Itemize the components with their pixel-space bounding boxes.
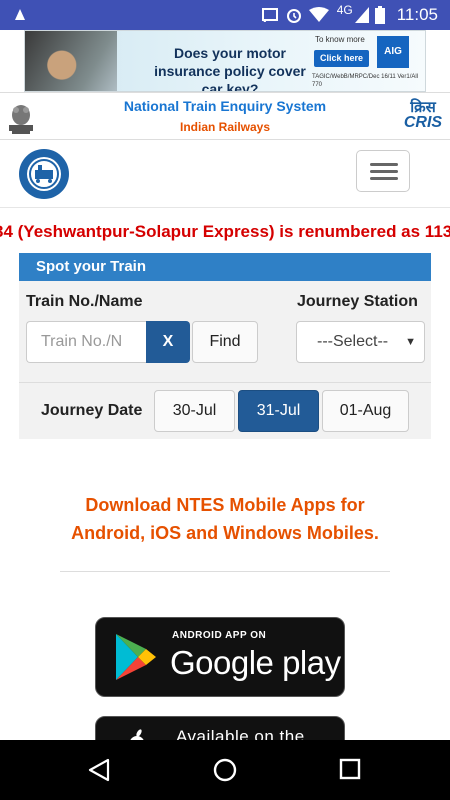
- indian-railways-logo-icon[interactable]: [18, 148, 70, 200]
- signal-icon: [354, 7, 369, 23]
- download-line-2: Android, iOS and Windows Mobiles.: [71, 523, 379, 543]
- announcement-ticker: 34 (Yeshwantpur-Solapur Express) is renu…: [0, 220, 450, 246]
- ad-image: [25, 31, 117, 91]
- back-icon[interactable]: [88, 758, 110, 782]
- cast-icon: [261, 8, 278, 23]
- network-type: 4G: [336, 3, 353, 17]
- date-button-prev[interactable]: 30-Jul: [154, 390, 235, 432]
- wifi-icon: [308, 7, 329, 22]
- clear-button[interactable]: X: [146, 321, 190, 363]
- google-play-title: Google play: [170, 644, 341, 681]
- google-play-badge[interactable]: ANDROID APP ON Google play: [95, 617, 345, 697]
- notification-icon: [15, 9, 25, 20]
- date-button-selected[interactable]: 31-Jul: [238, 390, 319, 432]
- cris-english: CRIS: [403, 114, 443, 131]
- journey-station-label: Journey Station: [297, 293, 418, 310]
- battery-icon: [374, 6, 385, 24]
- google-play-caption: ANDROID APP ON: [172, 630, 267, 641]
- recents-icon[interactable]: [339, 758, 361, 780]
- cris-logo: क्रिस CRIS: [400, 99, 446, 131]
- download-apps-text: Download NTES Mobile Apps for Android, i…: [0, 491, 450, 547]
- menu-toggle-button[interactable]: [356, 150, 410, 192]
- page-title: National Train Enquiry System: [123, 98, 327, 114]
- alarm-icon: [286, 9, 301, 23]
- announcement-text: 34 (Yeshwantpur-Solapur Express) is renu…: [0, 222, 450, 241]
- spot-train-panel: Train No./Name Journey Station X Find --…: [19, 281, 431, 439]
- find-button[interactable]: Find: [192, 321, 258, 363]
- google-play-icon: [116, 634, 156, 680]
- home-icon[interactable]: [213, 758, 237, 782]
- ad-headline: Does your motor insurance policy cover c…: [154, 45, 306, 92]
- cris-hindi: क्रिस: [410, 98, 436, 116]
- download-line-1: Download NTES Mobile Apps for: [85, 495, 365, 515]
- system-nav-bar: [0, 740, 450, 800]
- journey-date-label: Journey Date: [41, 402, 143, 419]
- journey-station-select[interactable]: ---Select-- ▼: [296, 321, 425, 363]
- site-header: National Train Enquiry System Indian Rai…: [0, 92, 450, 140]
- divider: [60, 571, 390, 572]
- aig-logo: AIG: [377, 36, 409, 68]
- spot-train-heading: Spot your Train: [19, 253, 431, 281]
- page-subtitle: Indian Railways: [179, 120, 271, 134]
- clock: 11:05: [396, 5, 438, 24]
- date-button-next[interactable]: 01-Aug: [322, 390, 409, 432]
- journey-station-value: ---Select--: [317, 333, 389, 350]
- ad-know-more: To know more: [315, 35, 365, 44]
- ad-banner[interactable]: Does your motor insurance policy cover c…: [24, 30, 426, 92]
- ad-click-button[interactable]: Click here: [314, 50, 369, 67]
- ad-fine-print: TAGIC/WebB/MRPC/Dec 16/11 Ver1/All 770: [312, 74, 419, 88]
- dropdown-caret-icon: ▼: [405, 336, 416, 348]
- status-bar: 4G 11:05: [0, 0, 450, 30]
- train-number-input[interactable]: [26, 321, 146, 363]
- train-number-label: Train No./Name: [26, 293, 143, 310]
- divider: [19, 382, 431, 383]
- navbar: [0, 140, 450, 208]
